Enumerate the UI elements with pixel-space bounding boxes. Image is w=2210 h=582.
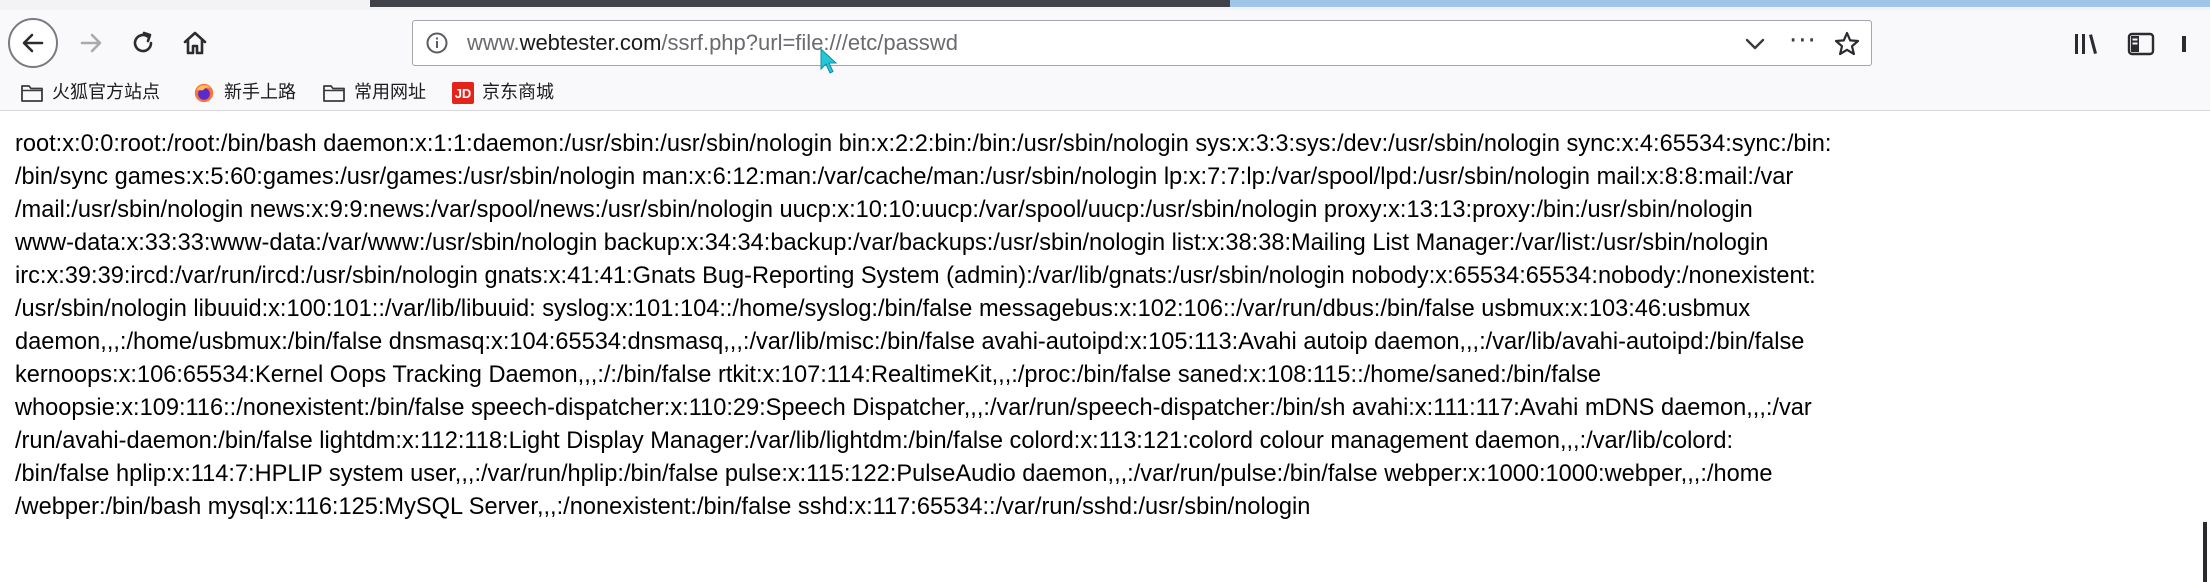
content-line: kernoops:x:106:65534:Kernel Oops Trackin… <box>15 362 1602 388</box>
forward-arrow-icon <box>80 33 102 53</box>
active-tab-edge[interactable] <box>370 0 1230 7</box>
content-line: whoopsie:x:109:116::/nonexistent:/bin/fa… <box>15 395 1812 421</box>
content-line: /bin/false hplip:x:114:7:HPLIP system us… <box>15 461 1773 487</box>
home-icon <box>183 31 207 55</box>
bookmark-star-icon[interactable] <box>1833 30 1861 58</box>
reload-button[interactable] <box>118 18 168 68</box>
bookmark-item[interactable]: 常用网址 <box>322 79 426 107</box>
bookmark-label: 新手上路 <box>224 82 296 103</box>
content-line: /bin/sync games:x:5:60:games:/usr/games:… <box>15 164 1794 190</box>
jd-icon: JD <box>452 82 474 104</box>
mouse-pointer-icon <box>820 47 838 74</box>
back-arrow-icon <box>22 33 44 53</box>
library-icon[interactable] <box>2072 30 2102 58</box>
back-button[interactable] <box>8 18 58 68</box>
content-line: daemon,,,:/home/usbmux:/bin/false dnsmas… <box>15 329 1805 355</box>
folder-icon <box>21 85 43 102</box>
bookmark-label: 火狐官方站点 <box>52 82 160 103</box>
content-line: root:x:0:0:root:/root:/bin/bash daemon:x… <box>15 131 1832 157</box>
url-text[interactable]: www.webtester.com/ssrf.php?url=file:///e… <box>467 30 958 56</box>
navigation-toolbar: www.webtester.com/ssrf.php?url=file:///e… <box>0 10 2210 76</box>
sidebar-icon[interactable] <box>2126 30 2156 58</box>
overflow-icon[interactable] <box>2178 30 2200 58</box>
folder-icon <box>323 85 345 102</box>
bookmark-label: 京东商城 <box>482 82 554 103</box>
address-bar[interactable]: www.webtester.com/ssrf.php?url=file:///e… <box>412 20 1872 74</box>
content-line: www-data:x:33:33:www-data:/var/www:/usr/… <box>15 230 1769 256</box>
bookmark-item[interactable]: 新手上路 <box>192 79 296 107</box>
content-line: /webper:/bin/bash mysql:x:116:125:MySQL … <box>15 494 1311 520</box>
url-prefix: www. <box>467 30 520 55</box>
content-line: /mail:/usr/sbin/nologin news:x:9:9:news:… <box>15 197 1753 223</box>
bookmark-item[interactable]: 火狐官方站点 <box>20 79 160 107</box>
bookmark-item[interactable]: JD 京东商城 <box>452 79 554 107</box>
bookmarks-toolbar: 火狐官方站点 新手上路 常用网址 JD 京东商城 <box>0 76 2210 111</box>
info-icon[interactable] <box>425 31 449 55</box>
firefox-icon <box>194 83 214 103</box>
content-line: /run/avahi-daemon:/bin/false lightdm:x:1… <box>15 428 1734 454</box>
scrollbar-edge[interactable] <box>2203 522 2207 582</box>
home-button[interactable] <box>170 18 220 68</box>
bookmark-label: 常用网址 <box>354 82 426 103</box>
more-dots-icon[interactable]: ··· <box>1789 26 1817 56</box>
tab-strip <box>0 0 2210 10</box>
tab-strip-highlight <box>1230 0 2210 7</box>
url-host: webtester.com <box>519 30 662 55</box>
chevron-down-icon[interactable] <box>1743 33 1767 55</box>
forward-button[interactable] <box>66 18 116 68</box>
reload-icon <box>133 31 153 53</box>
content-line: irc:x:39:39:ircd:/var/run/ircd:/usr/sbin… <box>15 263 1816 289</box>
page-content: root:x:0:0:root:/root:/bin/bash daemon:x… <box>15 128 2195 524</box>
url-path: /ssrf.php?url=file:///etc/passwd <box>661 30 958 55</box>
content-line: /usr/sbin/nologin libuuid:x:100:101::/va… <box>15 296 1751 322</box>
